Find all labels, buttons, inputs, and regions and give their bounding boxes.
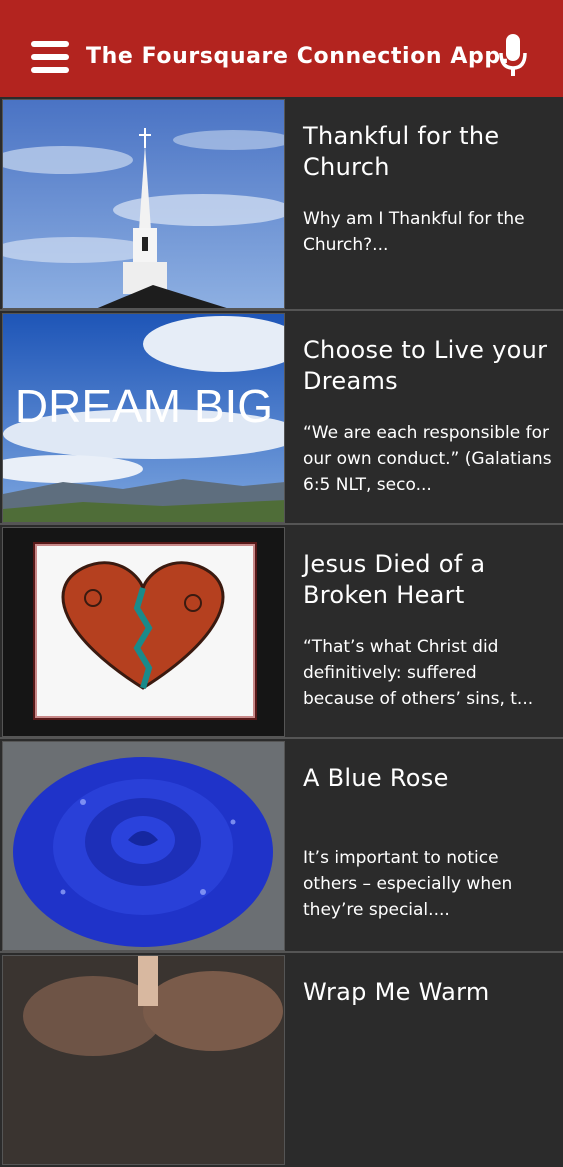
article-title: Jesus Died of a Broken Heart (303, 550, 486, 609)
app-header: The Foursquare Connection App. (0, 0, 563, 97)
list-item[interactable]: A Blue Rose It’s important to notice oth… (0, 739, 563, 953)
dream-big-image: DREAM BIG (2, 313, 285, 523)
article-excerpt: It’s important to notice others – especi… (303, 848, 513, 920)
app-title: The Foursquare Connection App. (86, 44, 510, 69)
church-steeple-image (2, 99, 285, 309)
hamburger-menu-icon[interactable] (31, 41, 69, 73)
list-item[interactable]: Jesus Died of a Broken Heart “That’s wha… (0, 525, 563, 739)
dream-big-text: DREAM BIG (15, 380, 273, 432)
article-excerpt: “We are each responsible for our own con… (303, 423, 552, 495)
list-item[interactable]: Wrap Me Warm (0, 953, 563, 1167)
list-item[interactable]: Thankful for the Church Why am I Thankfu… (0, 97, 563, 311)
article-excerpt: Why am I Thankful for the Church?... (303, 209, 525, 255)
article-title: Choose to Live your Dreams (303, 336, 548, 395)
article-title: A Blue Rose (303, 764, 449, 792)
broken-heart-image (2, 527, 285, 737)
article-title: Thankful for the Church (303, 122, 500, 181)
blue-rose-image (2, 741, 285, 951)
people-image (2, 955, 285, 1165)
microphone-icon[interactable] (498, 33, 528, 79)
article-excerpt: “That’s what Christ did definitively: su… (303, 637, 534, 709)
list-item[interactable]: DREAM BIG Choose to Live your Dreams “We… (0, 311, 563, 525)
article-title: Wrap Me Warm (303, 978, 490, 1006)
